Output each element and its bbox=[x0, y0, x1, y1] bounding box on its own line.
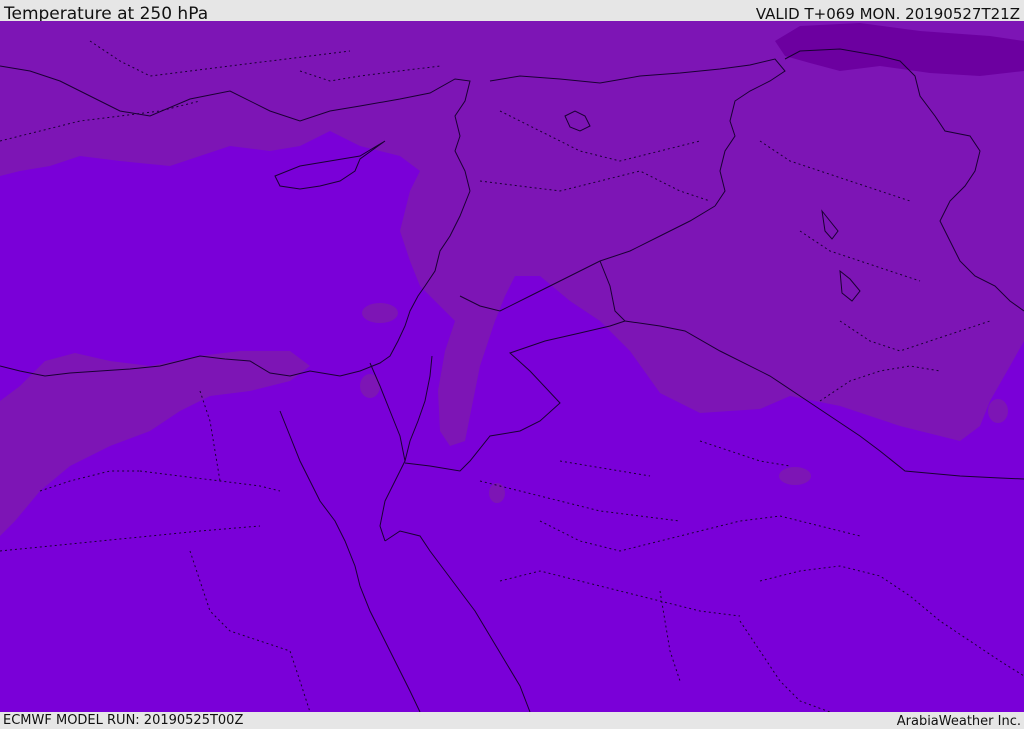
temperature-patch-4 bbox=[489, 483, 505, 503]
model-run-label: ECMWF MODEL RUN: 20190525T00Z bbox=[3, 713, 244, 728]
temperature-patch-1 bbox=[362, 303, 398, 323]
temperature-map bbox=[0, 21, 1024, 712]
weather-map-page: Temperature at 250 hPa VALID T+069 MON. … bbox=[0, 0, 1024, 729]
temperature-patch-5 bbox=[988, 399, 1008, 423]
temperature-patch-2 bbox=[360, 374, 380, 398]
map-footer: ECMWF MODEL RUN: 20190525T00Z ArabiaWeat… bbox=[0, 712, 1024, 729]
map-canvas bbox=[0, 21, 1024, 712]
credit-label: ArabiaWeather Inc. bbox=[896, 714, 1021, 729]
map-header: Temperature at 250 hPa VALID T+069 MON. … bbox=[0, 0, 1024, 24]
temperature-patch-3 bbox=[779, 467, 811, 485]
